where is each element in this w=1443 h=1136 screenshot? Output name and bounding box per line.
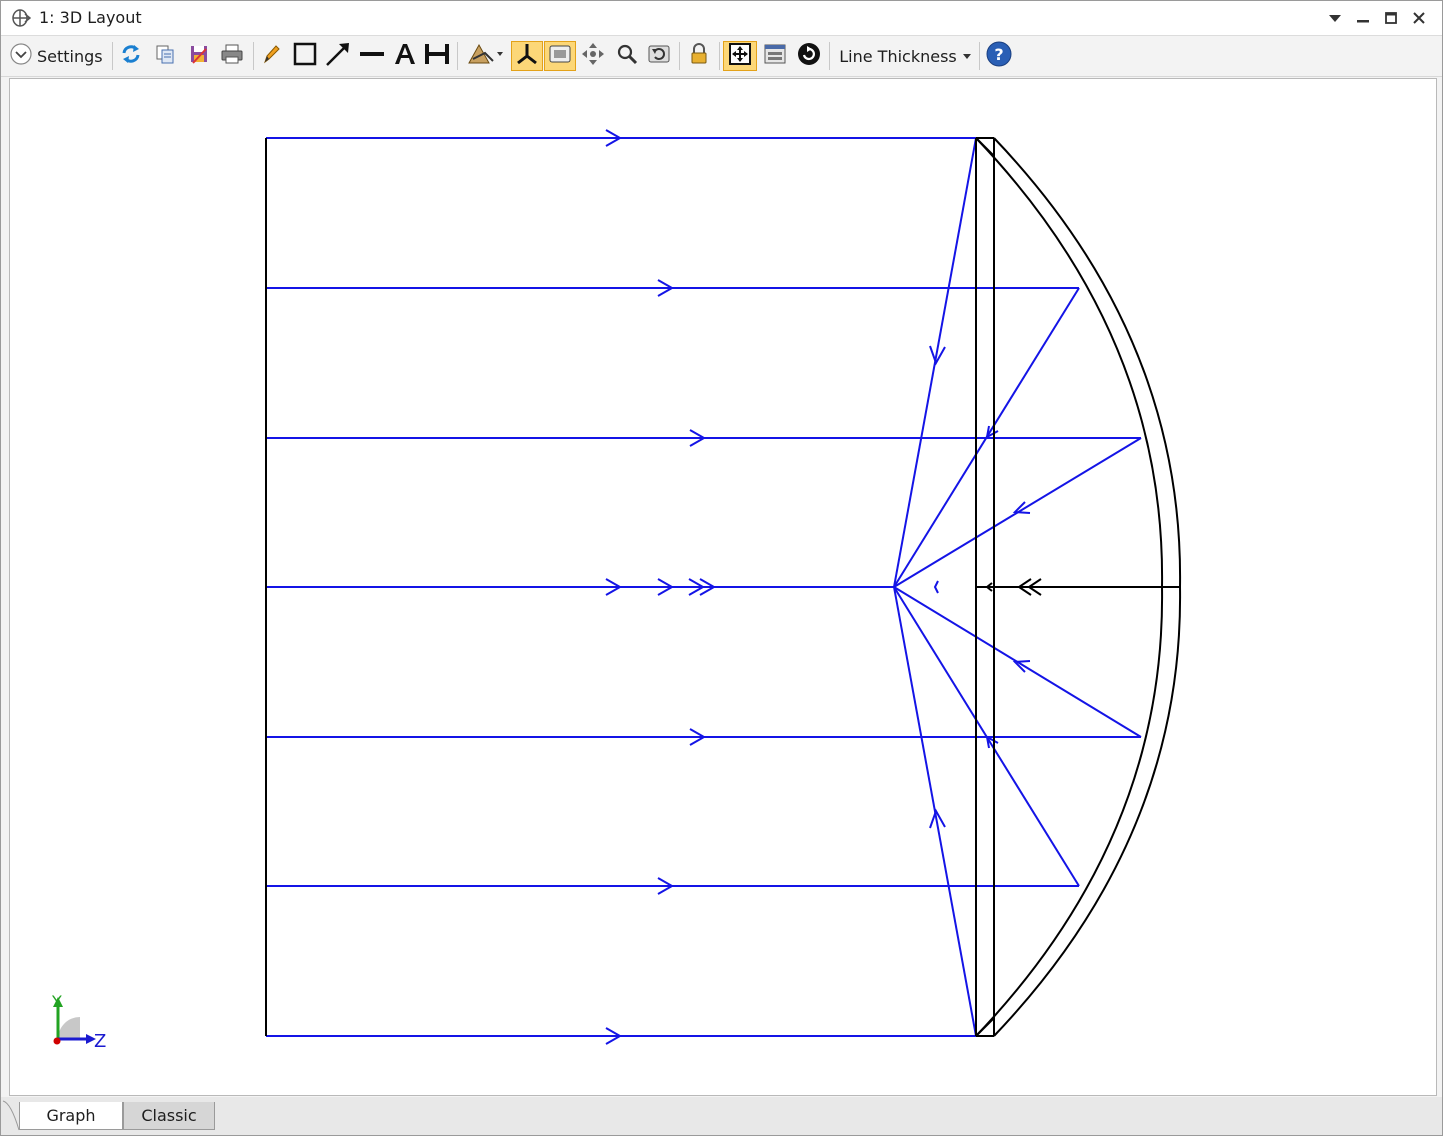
settings-button[interactable]: Settings	[9, 41, 107, 71]
help-icon: ?	[986, 41, 1012, 71]
lock-button[interactable]	[685, 41, 713, 71]
settings-label: Settings	[37, 46, 103, 66]
help-button[interactable]: ?	[985, 41, 1013, 71]
axis-triad: Y Z	[51, 992, 106, 1052]
line-thickness-label: Line Thickness	[839, 46, 957, 66]
snap-icon	[548, 43, 572, 69]
cycle-button[interactable]	[795, 41, 823, 71]
close-icon[interactable]	[1407, 7, 1431, 29]
maximize-icon[interactable]	[1379, 7, 1403, 29]
arrow-button[interactable]	[323, 41, 353, 71]
zoom-icon	[616, 43, 638, 69]
tab-graph-label: Graph	[46, 1106, 96, 1125]
zoom-button[interactable]	[613, 41, 641, 71]
window-title: 1: 3D Layout	[39, 8, 142, 27]
axes-icon	[515, 42, 539, 70]
title-bar: 1: 3D Layout	[1, 1, 1442, 36]
refresh-icon	[120, 43, 142, 69]
pencil-button[interactable]	[257, 41, 285, 71]
axes-button[interactable]	[511, 41, 543, 71]
undo-zoom-icon	[647, 43, 671, 69]
pencil-icon	[260, 43, 282, 69]
layout-button[interactable]	[761, 41, 789, 71]
pan-button[interactable]	[579, 41, 607, 71]
window-menu-dropdown-icon[interactable]	[1323, 7, 1347, 29]
optical-layout-canvas: Y Z	[51, 129, 1182, 1052]
save-button[interactable]	[185, 41, 213, 71]
line-button[interactable]	[357, 41, 387, 71]
pan-icon	[581, 42, 605, 70]
print-icon	[220, 43, 244, 69]
tab-classic-label: Classic	[141, 1106, 197, 1125]
layout-window: 1: 3D Layout Settings Line Thickness ? Y…	[0, 0, 1443, 1136]
line-icon	[359, 41, 385, 71]
minimize-icon[interactable]	[1351, 7, 1375, 29]
dimension-icon	[424, 42, 450, 70]
layout-plot-area[interactable]: Y Z	[9, 78, 1437, 1096]
tab-graph[interactable]: Graph	[19, 1102, 123, 1130]
fit-window-icon	[728, 42, 752, 70]
dimension-button[interactable]	[423, 41, 451, 71]
chevron-down-icon	[9, 42, 33, 70]
tab-bar: Graph Classic	[1, 1097, 1442, 1135]
toolbar: Settings Line Thickness ?	[1, 36, 1442, 77]
refresh-button[interactable]	[117, 41, 145, 71]
lock-icon	[688, 42, 710, 70]
save-icon	[188, 43, 210, 69]
triad-y-label: Y	[51, 992, 62, 1011]
svg-text:?: ?	[994, 45, 1003, 64]
cycle-icon	[797, 42, 821, 70]
tab-classic[interactable]: Classic	[123, 1102, 215, 1130]
layout-icon	[763, 43, 787, 69]
arrow-icon	[325, 41, 351, 71]
text-button[interactable]	[391, 41, 419, 71]
triad-z-label: Z	[94, 1031, 106, 1052]
fit-window-button[interactable]	[723, 41, 757, 71]
layout-app-icon	[11, 8, 32, 28]
print-button[interactable]	[217, 41, 247, 71]
rotate-view-icon	[465, 41, 505, 71]
rotate-view-dropdown[interactable]	[463, 41, 507, 71]
snap-button[interactable]	[544, 41, 576, 71]
undo-zoom-button[interactable]	[645, 41, 673, 71]
rectangle-icon	[293, 42, 317, 70]
caret-down-icon	[962, 49, 971, 64]
text-icon	[393, 42, 417, 70]
copy-button[interactable]	[151, 41, 179, 71]
copy-icon	[154, 43, 176, 69]
optical-axis	[976, 578, 1180, 596]
rectangle-button[interactable]	[291, 41, 319, 71]
line-thickness-dropdown[interactable]: Line Thickness	[835, 41, 975, 71]
